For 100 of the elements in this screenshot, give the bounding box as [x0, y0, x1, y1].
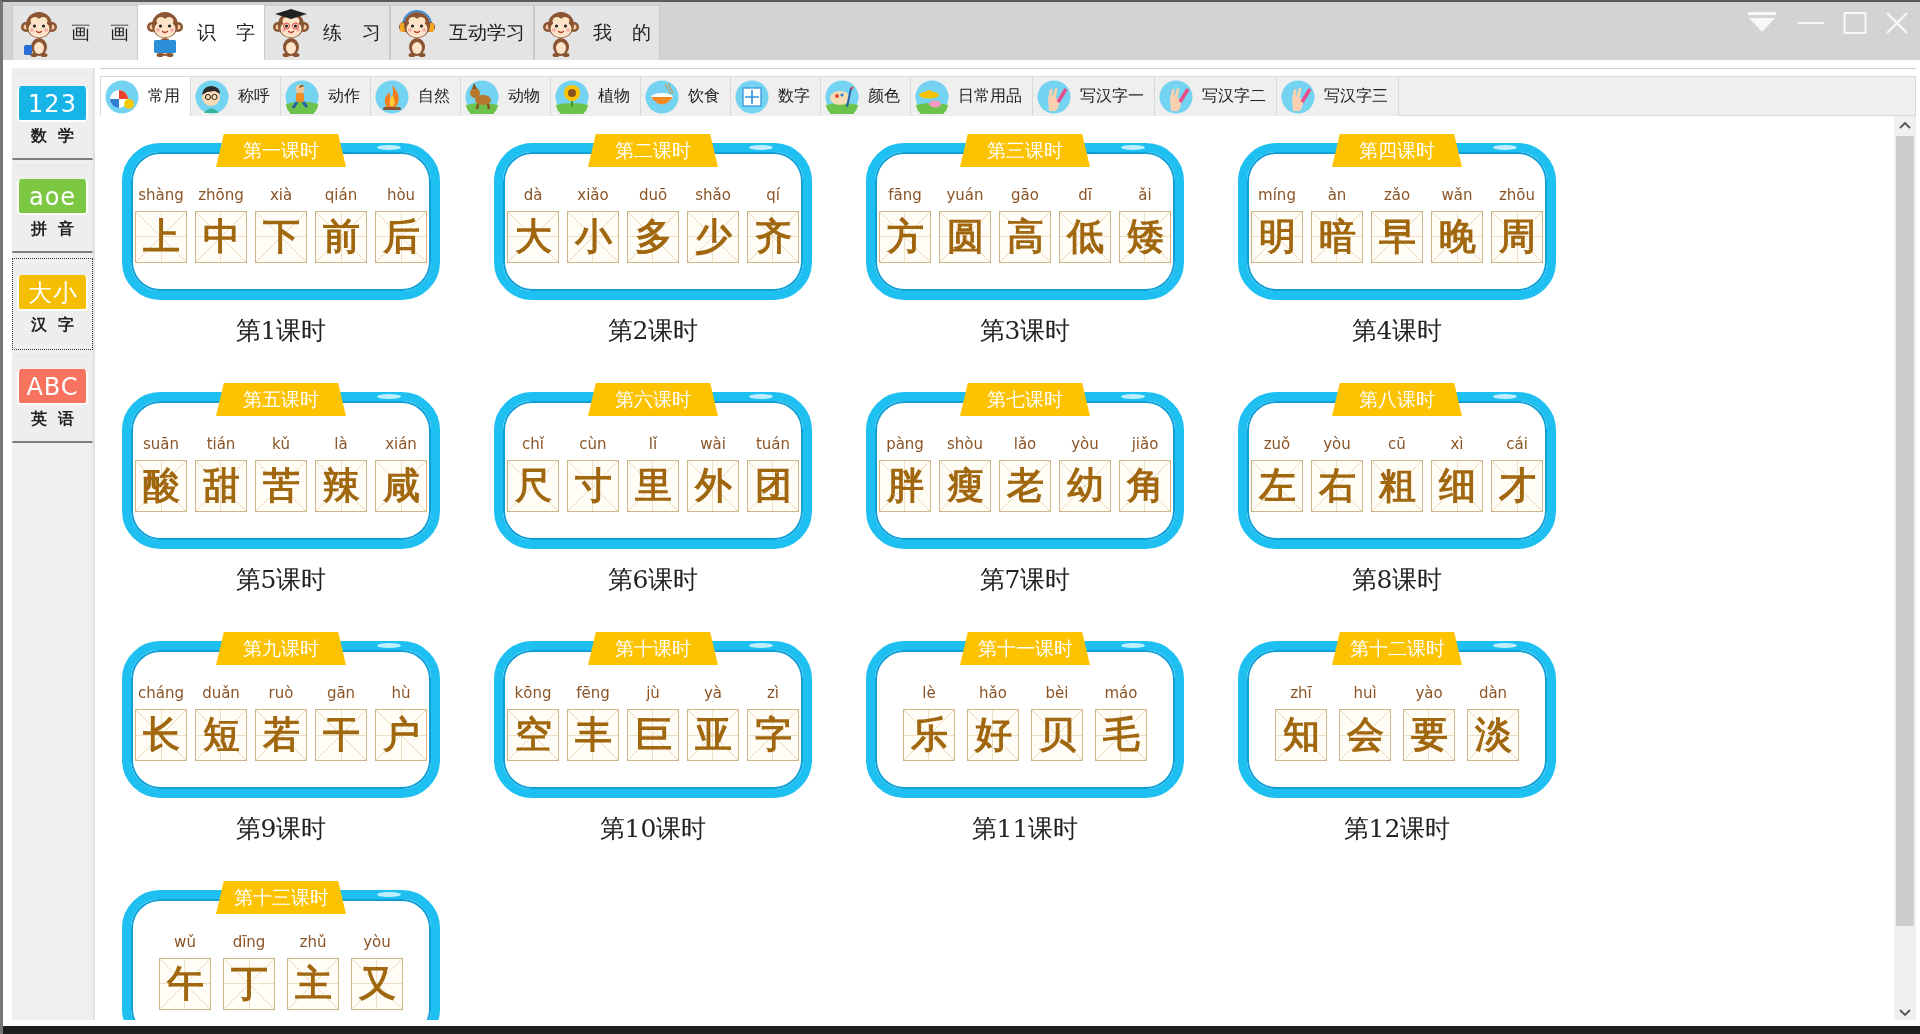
character-tile: 粗: [1371, 460, 1423, 512]
pinyin-text: ruò: [268, 684, 294, 702]
sidebar-item[interactable]: ABC 英 语: [12, 355, 93, 443]
character-tile: 短: [195, 709, 247, 761]
category-tab[interactable]: 写汉字二: [1155, 77, 1277, 116]
dog-icon: [465, 79, 499, 114]
lesson-ribbon: 第七课时: [960, 383, 1090, 416]
character-tile: 丁: [223, 958, 275, 1010]
category-tab[interactable]: 动物: [461, 77, 551, 116]
character-tile: 干: [315, 709, 367, 761]
character-tile: 亚: [687, 709, 739, 761]
sunflower-icon: [555, 79, 589, 114]
lesson-caption[interactable]: 第12课时: [1343, 812, 1451, 846]
nav-tab[interactable]: 画 画: [12, 5, 139, 60]
character-tile: 明: [1251, 211, 1303, 263]
character-tile: 圆: [939, 211, 991, 263]
category-tab[interactable]: 常用: [101, 77, 191, 116]
maximize-icon[interactable]: [1843, 12, 1867, 34]
nav-tab[interactable]: 练 习: [264, 5, 391, 60]
lesson-caption[interactable]: 第3课时: [979, 314, 1071, 348]
category-tab[interactable]: 饮食: [641, 77, 731, 116]
palette-icon: [825, 79, 859, 114]
character-tile: 咸: [375, 460, 427, 512]
grid-icon: [735, 79, 769, 114]
lesson-caption[interactable]: 第2课时: [607, 314, 699, 348]
category-tab[interactable]: 植物: [551, 77, 641, 116]
running-boy-icon: [285, 79, 319, 114]
sidebar-item[interactable]: 大小 汉 字: [12, 258, 93, 350]
character-tile: 齐: [747, 211, 799, 263]
category-tab[interactable]: 自然: [371, 77, 461, 116]
pinyin-text: là: [334, 435, 348, 453]
sidebar-item[interactable]: aoe 拼 音: [12, 165, 93, 253]
beach-ball-icon: [105, 79, 139, 114]
lesson-caption[interactable]: 第11课时: [971, 812, 1079, 846]
pinyin-text: chǐ: [522, 435, 544, 453]
character-tile: 丰: [567, 709, 619, 761]
pinyin-text: máo: [1104, 684, 1138, 702]
lesson-caption[interactable]: 第1课时: [235, 314, 327, 348]
pinyin-text: dàn: [1478, 684, 1508, 702]
character-tile: 右: [1311, 460, 1363, 512]
sidebar-item[interactable]: 123 数 学: [12, 72, 93, 160]
close-icon[interactable]: [1886, 12, 1908, 34]
character-tile: 长: [135, 709, 187, 761]
lesson-ribbon: 第十二课时: [1332, 632, 1462, 665]
pinyin-text: tián: [206, 435, 236, 453]
pinyin-text: kōng: [514, 684, 552, 702]
lesson-caption[interactable]: 第6课时: [607, 563, 699, 597]
pinyin-text: yuán: [946, 186, 984, 204]
pinyin-text: gāo: [1011, 186, 1039, 204]
scrollbar-thumb[interactable]: [1896, 136, 1914, 926]
lesson-caption[interactable]: 第8课时: [1351, 563, 1443, 597]
character-tile: 老: [999, 460, 1051, 512]
character-tile: 主: [287, 958, 339, 1010]
lesson-caption[interactable]: 第4课时: [1351, 314, 1443, 348]
pinyin-text: zhǔ: [299, 933, 327, 951]
dropdown-icon[interactable]: [1745, 12, 1779, 34]
character-tile: 上: [135, 211, 187, 263]
category-tab[interactable]: 动作: [281, 77, 371, 116]
lesson-ribbon: 第六课时: [588, 383, 718, 416]
pinyin-text: tuán: [755, 435, 791, 453]
pinyin-text: kǔ: [271, 435, 291, 453]
pinyin-text: bèi: [1045, 684, 1069, 702]
lesson-caption[interactable]: 第9课时: [235, 812, 327, 846]
lesson-ribbon: 第二课时: [588, 134, 718, 167]
monkey-icon: [19, 9, 59, 57]
category-tab[interactable]: 日常用品: [911, 77, 1033, 116]
lesson-ribbon: 第十三课时: [216, 881, 346, 914]
pinyin-text: zhī: [1290, 684, 1312, 702]
category-tab[interactable]: 数字: [731, 77, 821, 116]
pinyin-text: lè: [922, 684, 936, 702]
lesson-caption[interactable]: 第5课时: [235, 563, 327, 597]
character-tile: 字: [747, 709, 799, 761]
book-logo: ABC: [17, 369, 88, 405]
category-tab[interactable]: 颜色: [821, 77, 911, 116]
monkey-icon: [541, 9, 582, 57]
character-tile: 方: [879, 211, 931, 263]
hand-pencil-icon: [1037, 79, 1071, 114]
character-tile: 角: [1119, 460, 1171, 512]
pinyin-text: ǎi: [1138, 186, 1152, 204]
character-tile: 寸: [567, 460, 619, 512]
lesson-caption[interactable]: 第7课时: [979, 563, 1071, 597]
nav-tab[interactable]: 互动学习: [390, 5, 535, 60]
character-tile: 晚: [1431, 211, 1483, 263]
pinyin-text: míng: [1258, 186, 1296, 204]
category-tab[interactable]: 称呼: [191, 77, 281, 116]
pinyin-text: cùn: [579, 435, 607, 453]
pinyin-text: xì: [1450, 435, 1464, 453]
character-tile: 户: [375, 709, 427, 761]
lesson-caption[interactable]: 第10课时: [599, 812, 707, 846]
pinyin-text: qián: [324, 186, 358, 204]
character-tile: 知: [1275, 709, 1327, 761]
nav-tab[interactable]: 我 的: [534, 5, 661, 60]
character-tile: 外: [687, 460, 739, 512]
category-tab[interactable]: 写汉字三: [1277, 77, 1399, 116]
nav-tab[interactable]: 识 字: [138, 5, 265, 60]
pinyin-text: dīng: [232, 933, 266, 951]
pinyin-text: jù: [646, 684, 660, 702]
pinyin-text: dà: [523, 186, 543, 204]
character-tile: 若: [255, 709, 307, 761]
category-tab[interactable]: 写汉字一: [1033, 77, 1155, 116]
